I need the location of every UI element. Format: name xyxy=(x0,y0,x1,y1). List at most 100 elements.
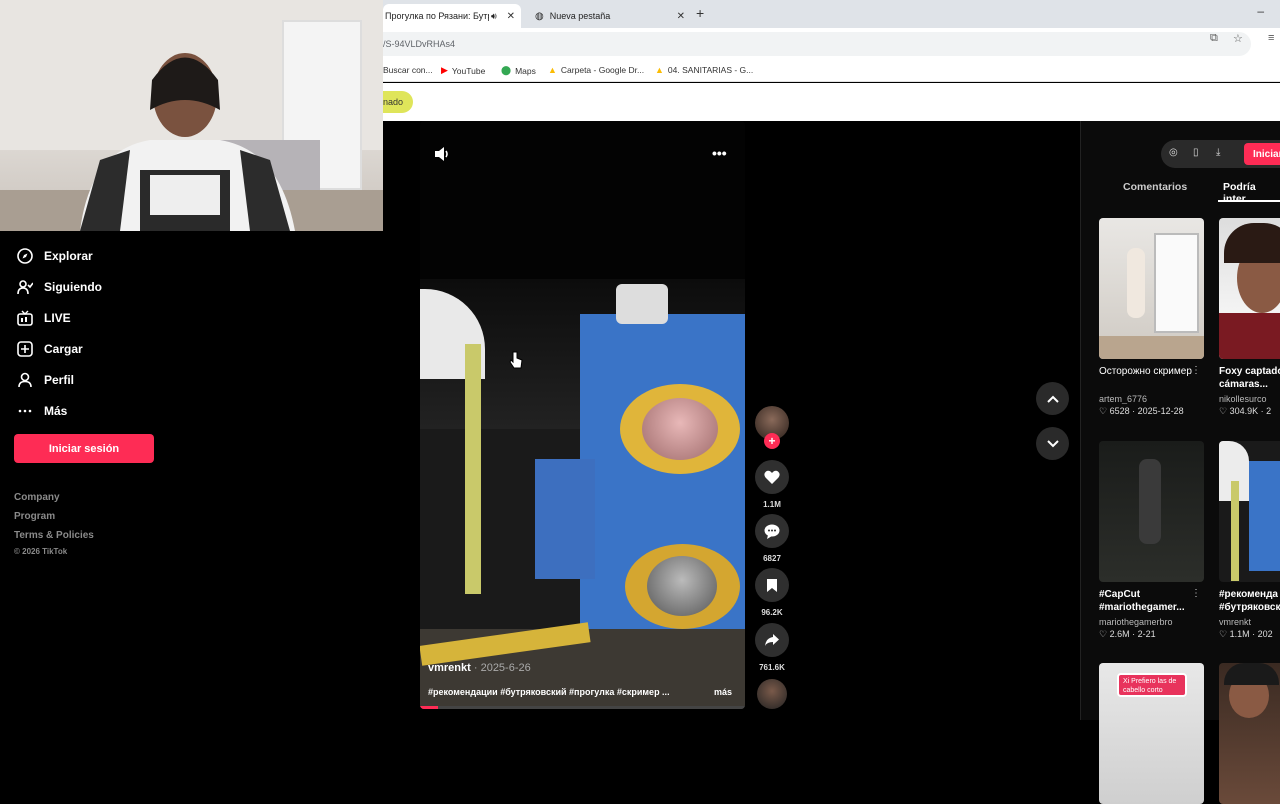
video-thumbnail[interactable] xyxy=(1219,441,1280,582)
bookmark-item[interactable]: ⬤ Maps xyxy=(501,65,536,76)
phone-icon[interactable]: ▯ xyxy=(1193,147,1199,158)
url-text: /S-94VLDvRHAs4 xyxy=(383,39,456,49)
related-video-card[interactable]: Foxy captado cámaras... nikollesurco ♡ 3… xyxy=(1219,218,1280,417)
bookmarks-bar: Buscar con... ▶ YouTube ⬤ Maps ▲ Carpeta… xyxy=(383,60,1280,82)
bookmark-item[interactable]: ▶ YouTube xyxy=(441,65,485,76)
bookmark-item[interactable]: ▲ Carpeta - Google Dr... xyxy=(548,65,644,75)
address-row: /S-94VLDvRHAs4 ⧉ ☆ ≡ xyxy=(383,28,1280,60)
left-sidebar: Explorar Siguiendo LIVE Cargar Perfil Má… xyxy=(0,231,383,720)
speaker-icon[interactable]: 🔊︎ xyxy=(491,11,497,22)
mouse-cursor-icon xyxy=(509,351,523,374)
save-action[interactable]: 96.2K xyxy=(755,568,789,617)
compass-icon[interactable]: ◎ xyxy=(1169,147,1178,158)
card-title: Осторожно скример xyxy=(1099,366,1192,377)
bookmark-item[interactable]: Buscar con... xyxy=(383,65,433,75)
sidebar-item-perfil[interactable]: Perfil xyxy=(16,371,74,389)
card-author[interactable]: mariothegamerbro xyxy=(1099,617,1204,627)
comment-count: 6827 xyxy=(763,554,781,563)
video-thumbnail[interactable] xyxy=(1099,218,1204,359)
user-follow-icon xyxy=(16,278,34,296)
active-tab-indicator xyxy=(1218,200,1280,202)
save-count: 96.2K xyxy=(761,608,783,617)
video-thumbnail[interactable] xyxy=(1099,441,1204,582)
browser-tab-inactive[interactable]: ◍ Nueva pestaña ✕ xyxy=(531,4,691,28)
youtube-icon: ▶ xyxy=(441,65,448,75)
webcam-person xyxy=(80,53,295,231)
login-button[interactable]: Iniciar sesión xyxy=(14,434,154,463)
browser-tab-bar: Прогулка по Рязани: Бутр 🔊︎ ✕ ◍ Nueva pe… xyxy=(383,0,1280,28)
profile-icon xyxy=(16,371,34,389)
follow-button[interactable]: + xyxy=(764,433,780,449)
card-more-icon[interactable]: ⋮ xyxy=(1191,588,1201,599)
video-thumbnail[interactable]: Xi Prefiero las de cabello corto xyxy=(1099,663,1204,804)
footer-link-terms[interactable]: Terms & Policies xyxy=(14,530,94,541)
minimize-window-icon[interactable]: – xyxy=(1257,4,1264,18)
next-video-button[interactable] xyxy=(1036,427,1069,460)
card-stats: ♡ 304.9K · 2 xyxy=(1219,406,1272,416)
drive-icon: ▲ xyxy=(655,65,664,75)
card-author[interactable]: artem_6776 xyxy=(1099,394,1204,404)
expand-caption-link[interactable]: más xyxy=(714,687,732,697)
star-bookmark-icon[interactable]: ☆ xyxy=(1233,32,1243,45)
related-video-card[interactable]: #рекоменда #бутряковск vmrenkt ♡ 1.1M · … xyxy=(1219,441,1280,640)
url-bar[interactable]: /S-94VLDvRHAs4 xyxy=(383,32,1251,56)
banner-pill[interactable]: nado xyxy=(383,91,414,113)
footer-link-program[interactable]: Program xyxy=(14,511,55,522)
video-date: · 2025-6-26 xyxy=(473,662,531,674)
share-arrow-icon[interactable] xyxy=(755,623,789,657)
comment-action[interactable]: 6827 xyxy=(755,514,789,563)
video-dark-area xyxy=(420,121,745,301)
webcam-overlay xyxy=(0,0,383,231)
install-app-icon[interactable]: ⧉ xyxy=(1210,32,1218,45)
download-icon[interactable]: ⤓ xyxy=(1216,147,1220,158)
sidebar-item-siguiendo[interactable]: Siguiendo xyxy=(16,278,102,296)
sidebar-item-cargar[interactable]: Cargar xyxy=(16,340,83,358)
comment-bubble-icon[interactable] xyxy=(755,514,789,548)
related-video-card[interactable] xyxy=(1219,663,1280,804)
card-title: #CapCut #mariothegamer... xyxy=(1099,589,1185,613)
related-video-card[interactable]: #CapCut #mariothegamer... mariothegamerb… xyxy=(1099,441,1204,640)
related-video-card[interactable]: Xi Prefiero las de cabello corto xyxy=(1099,663,1204,804)
bookmark-item[interactable]: ▲ 04. SANITARIAS - G... xyxy=(655,65,753,75)
browser-tab-active[interactable]: Прогулка по Рязани: Бутр 🔊︎ ✕ xyxy=(383,4,521,28)
bookmark-icon[interactable] xyxy=(755,568,789,602)
card-author[interactable]: nikollesurco xyxy=(1219,394,1280,404)
video-frame xyxy=(420,279,745,709)
reading-list-icon[interactable]: ≡ xyxy=(1268,32,1274,44)
chevron-up-icon xyxy=(1046,395,1059,403)
panel-login-button[interactable]: Iniciar xyxy=(1244,143,1280,165)
video-thumbnail[interactable] xyxy=(1219,663,1280,804)
card-title: Foxy captado cámaras... xyxy=(1219,366,1280,390)
heart-icon[interactable] xyxy=(755,460,789,494)
more-options-icon[interactable]: ••• xyxy=(712,145,727,161)
card-more-icon[interactable]: ⋮ xyxy=(1191,365,1201,376)
volume-icon[interactable] xyxy=(433,146,451,165)
sidebar-item-mas[interactable]: Más xyxy=(16,402,67,420)
video-progress-bar[interactable] xyxy=(420,706,745,709)
related-video-card[interactable]: Осторожно скример artem_6776 ♡ 6528 · 20… xyxy=(1099,218,1204,417)
new-tab-button[interactable]: + xyxy=(696,5,704,21)
card-author[interactable]: vmrenkt xyxy=(1219,617,1280,627)
card-stats: ♡ 1.1M · 202 xyxy=(1219,629,1273,639)
video-thumbnail[interactable] xyxy=(1219,218,1280,359)
page-banner: nado xyxy=(383,83,1280,121)
footer-link-company[interactable]: Company xyxy=(14,492,60,503)
video-player[interactable]: ••• vmrenkt · 2025-6-26 #рекомендации #б… xyxy=(420,121,745,709)
music-disc-avatar[interactable] xyxy=(757,679,787,709)
thumbnail-caption-badge: Xi Prefiero las de cabello corto xyxy=(1117,673,1187,697)
close-tab-icon[interactable]: ✕ xyxy=(507,11,515,22)
card-title: #рекоменда #бутряковск xyxy=(1219,589,1280,613)
sidebar-item-explorar[interactable]: Explorar xyxy=(16,247,93,265)
sidebar-item-live[interactable]: LIVE xyxy=(16,309,71,327)
card-stats: ♡ 2.6M · 2-21 xyxy=(1099,629,1156,639)
video-hashtags[interactable]: #рекомендации #бутряковский #прогулка #с… xyxy=(428,687,718,697)
maps-icon: ⬤ xyxy=(501,65,512,75)
previous-video-button[interactable] xyxy=(1036,382,1069,415)
close-tab-icon[interactable]: ✕ xyxy=(677,11,685,22)
video-author[interactable]: vmrenkt · 2025-6-26 xyxy=(428,662,531,674)
drive-icon: ▲ xyxy=(548,65,557,75)
share-action[interactable]: 761.6K xyxy=(755,623,789,672)
tab-comments[interactable]: Comentarios xyxy=(1123,181,1187,193)
live-tv-icon xyxy=(16,309,34,327)
like-action[interactable]: 1.1M xyxy=(755,460,789,509)
